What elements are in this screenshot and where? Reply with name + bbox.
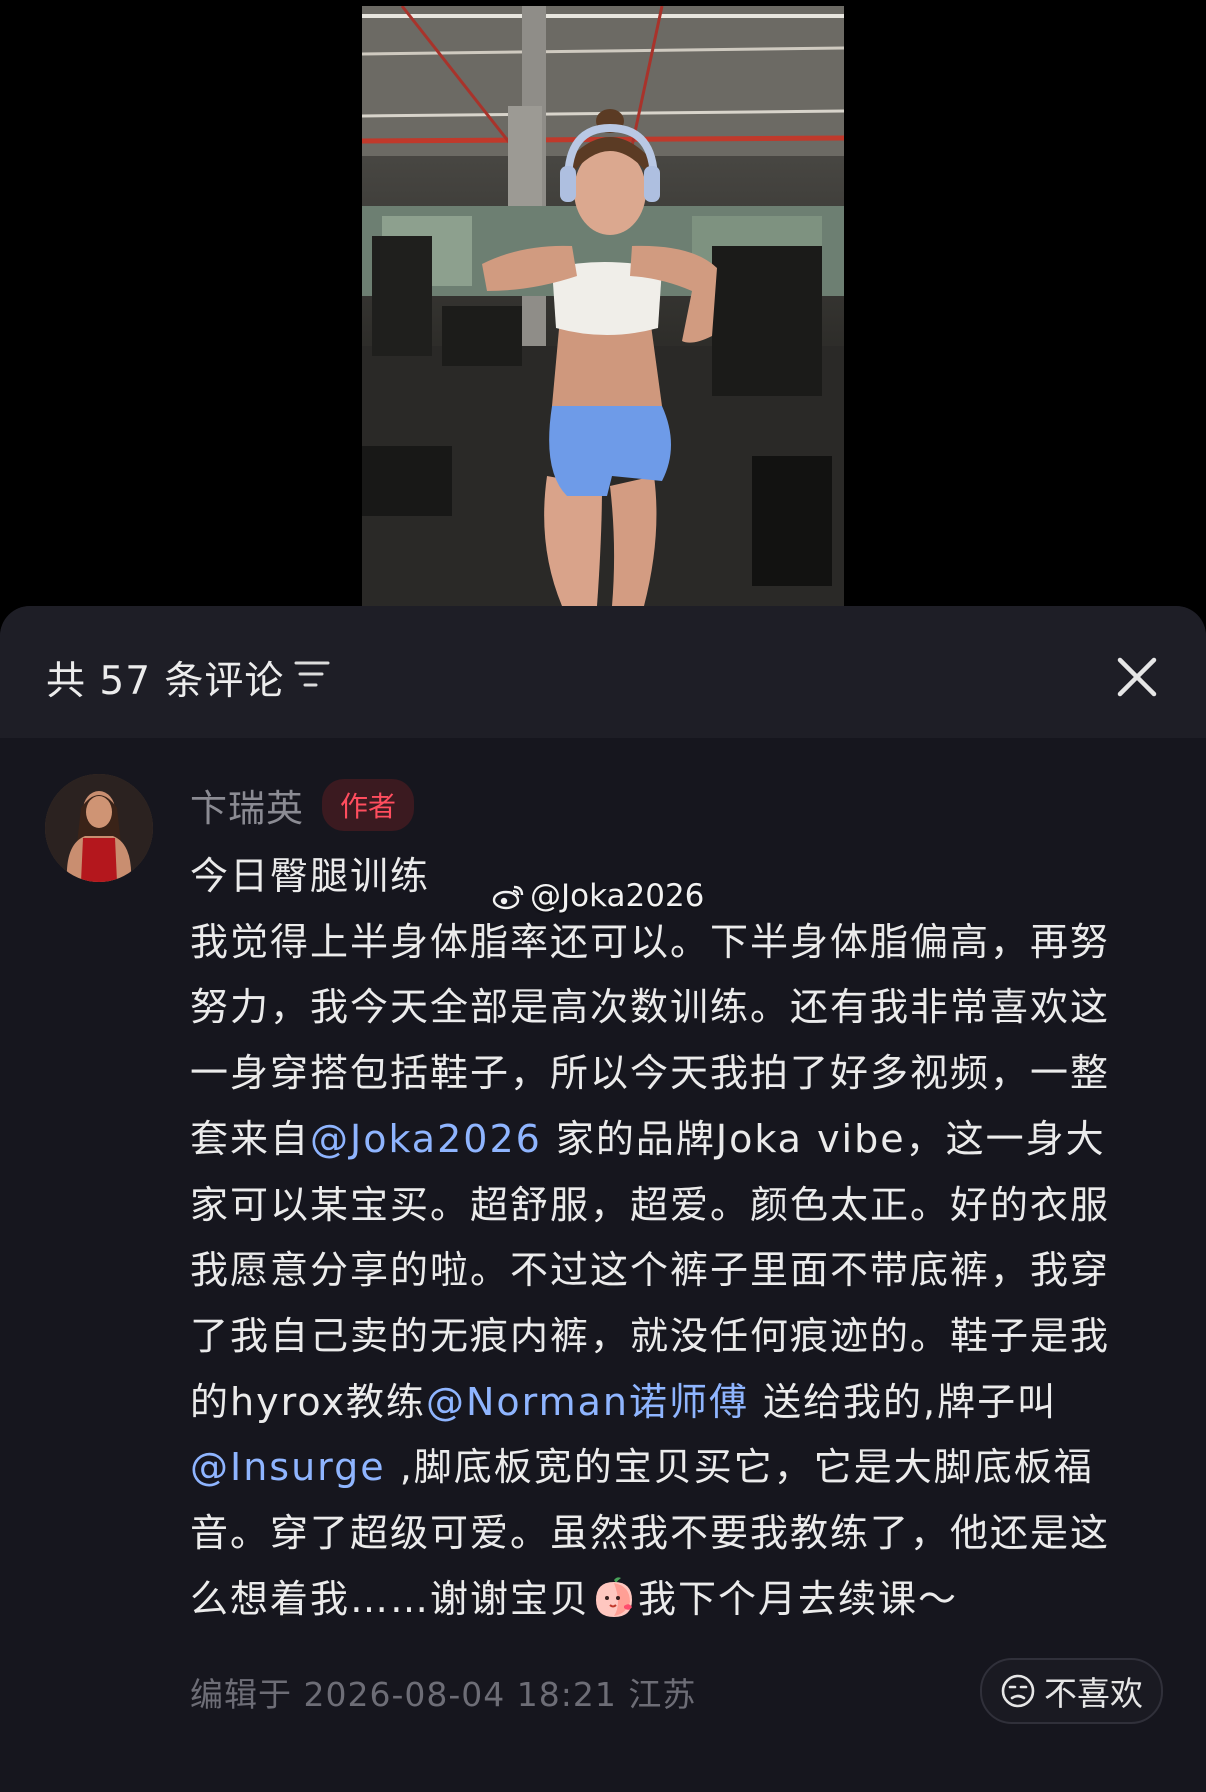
- comment-text-segment: 努力，我今天全部是高次数训练。还有我非常喜欢这: [190, 985, 1111, 1030]
- comment-line: 的hyrox教练@Norman诺师傅 送给我的,牌子叫: [190, 1370, 1170, 1436]
- comment-text-segment: 家可以某宝买。超舒服，超爱。颜色太正。好的衣服: [190, 1182, 1111, 1227]
- comment-text-segment: 么想着我……谢谢宝贝: [190, 1576, 591, 1621]
- author-avatar-image: [45, 774, 153, 882]
- weibo-watermark: @Joka2026: [492, 878, 704, 914]
- comment-text-segment: 家的品牌Joka vibe，这一身大: [541, 1116, 1106, 1161]
- author-row: 卞瑞英 作者: [190, 778, 415, 832]
- comment-text-segment: 我觉得上半身体脂率还可以。下半身体脂偏高，再努: [190, 919, 1111, 964]
- post-photo[interactable]: [362, 6, 844, 606]
- peach-kiss-emoji-icon: [596, 1577, 633, 1617]
- author-badge: 作者: [322, 779, 415, 831]
- avatar[interactable]: [45, 774, 153, 882]
- mention-link[interactable]: @Norman诺师傅: [426, 1380, 749, 1424]
- comment-text-segment: ,脚底板宽的宝贝买它，它是大脚底板福: [385, 1445, 1094, 1490]
- comment-text-segment: 今日臀腿训练: [190, 854, 431, 898]
- comment-text-segment: 了我自己卖的无痕内裤，就没任何痕迹的。鞋子是我: [190, 1313, 1111, 1358]
- comment-line: 么想着我……谢谢宝贝 我下个月去续课～: [190, 1567, 1170, 1633]
- comment-text-segment: 我愿意分享的啦。不过这个裤子里面不带底裤，我穿: [190, 1248, 1111, 1293]
- mention-link[interactable]: @Insurge: [190, 1445, 386, 1489]
- mention-link[interactable]: @Joka2026: [310, 1117, 542, 1161]
- comment-line: 我觉得上半身体脂率还可以。下半身体脂偏高，再努: [190, 910, 1170, 976]
- comment-line: 我愿意分享的啦。不过这个裤子里面不带底裤，我穿: [190, 1238, 1170, 1304]
- comment-text-segment: 我下个月去续课～: [638, 1576, 959, 1621]
- comment-line: 一身穿搭包括鞋子，所以今天我拍了好多视频，一整: [190, 1041, 1170, 1107]
- comment-text-segment: 的hyrox教练: [190, 1379, 426, 1424]
- dislike-label: 不喜欢: [1044, 1674, 1143, 1713]
- comment-line: 努力，我今天全部是高次数训练。还有我非常喜欢这: [190, 975, 1170, 1041]
- author-name[interactable]: 卞瑞英: [190, 778, 304, 832]
- comment-meta: 编辑于 2026-08-04 18:21 江苏: [190, 1675, 697, 1714]
- comment-line: 了我自己卖的无痕内裤，就没任何痕迹的。鞋子是我: [190, 1304, 1170, 1370]
- comment-text-segment: 一身穿搭包括鞋子，所以今天我拍了好多视频，一整: [190, 1051, 1111, 1096]
- watermark-handle: @Joka2026: [530, 878, 705, 914]
- sort-filter-icon[interactable]: [294, 658, 330, 690]
- dislike-button[interactable]: 不喜欢: [980, 1658, 1163, 1724]
- comment-text-segment: 音。穿了超级可爱。虽然我不要我教练了，他还是这: [190, 1511, 1111, 1556]
- comment-count-title: 共 57 条评论: [46, 659, 285, 704]
- comment-sheet: 共 57 条评论 卞瑞英 作者 今日臀腿训练 我觉得上半身体脂率还可以。下半身体…: [0, 606, 1206, 1792]
- comment-text: 今日臀腿训练我觉得上半身体脂率还可以。下半身体脂偏高，再努 努力，我今天全部是高次…: [190, 844, 1170, 1632]
- gym-photo-illustration: [362, 6, 844, 606]
- frown-face-icon: [1001, 1674, 1035, 1708]
- screen: @Joka2026 共 57 条评论 卞瑞英 作者 今日臀腿训练 我觉得上半身体…: [0, 0, 1206, 1792]
- comment-sheet-header: 共 57 条评论: [0, 606, 1206, 738]
- comment-line: 家可以某宝买。超舒服，超爱。颜色太正。好的衣服: [190, 1173, 1170, 1239]
- comment-text-segment: 套来自: [190, 1116, 311, 1161]
- comment-line: @Insurge ,脚底板宽的宝贝买它，它是大脚底板福: [190, 1435, 1170, 1501]
- weibo-icon: [492, 885, 524, 910]
- comment-text-segment: 送给我的,牌子叫: [748, 1379, 1058, 1424]
- comment-line: 套来自@Joka2026 家的品牌Joka vibe，这一身大: [190, 1107, 1170, 1173]
- comment-line: 音。穿了超级可爱。虽然我不要我教练了，他还是这: [190, 1501, 1170, 1567]
- close-icon[interactable]: [1112, 652, 1162, 702]
